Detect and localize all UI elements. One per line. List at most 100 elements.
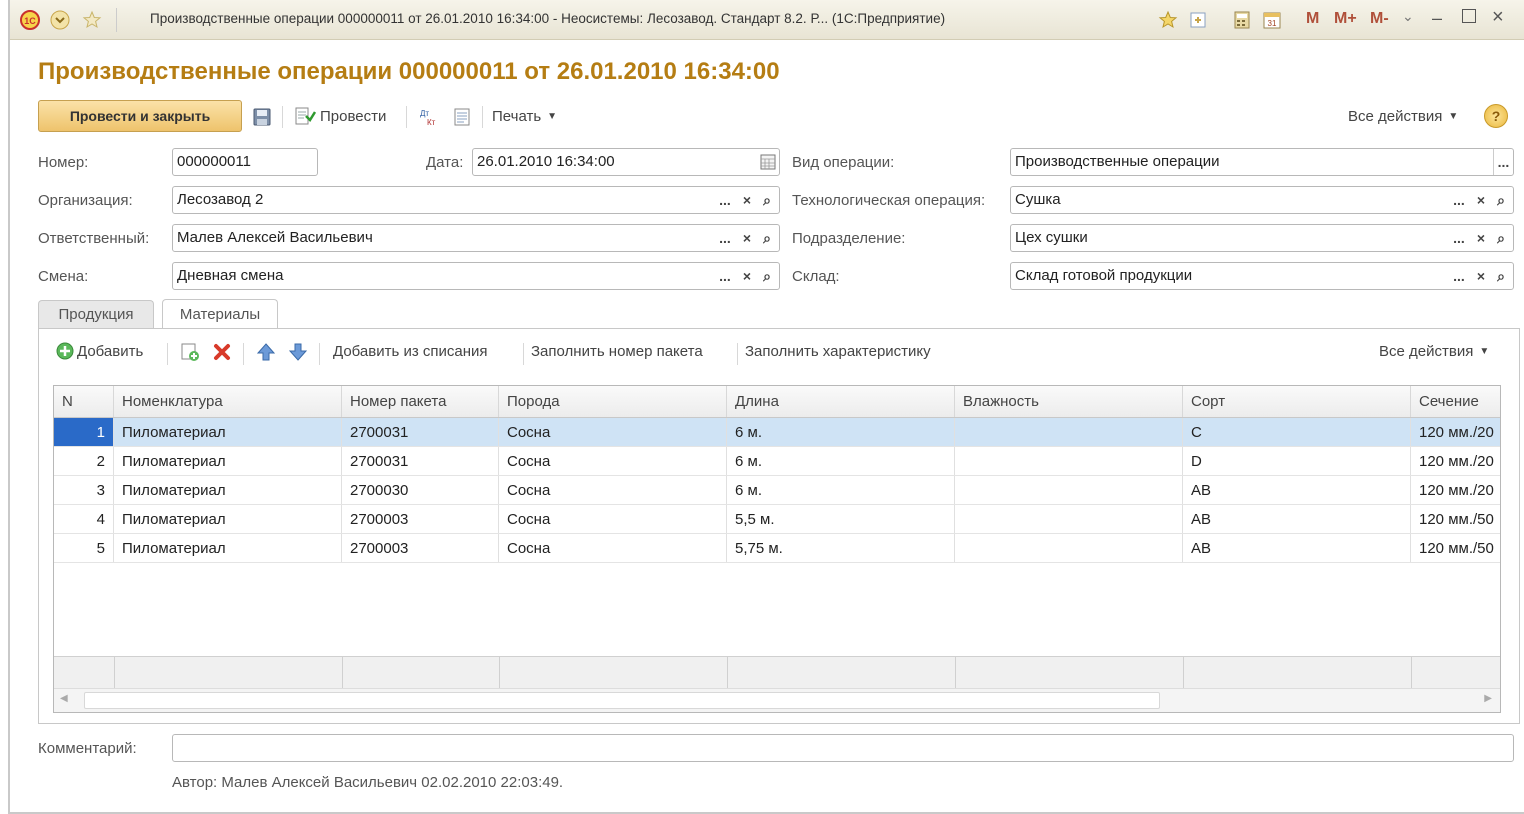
all-actions-button[interactable]: Все действия ▼ (1348, 100, 1458, 132)
section-cell[interactable]: 120 мм./50 (1411, 505, 1500, 533)
clear-icon[interactable]: × (1471, 187, 1491, 213)
organization-field[interactable]: Лесозавод 2 ... × ⌕ (172, 186, 780, 214)
memory-mminus-button[interactable]: M- (1370, 10, 1389, 28)
length-cell[interactable]: 5,75 м. (727, 534, 955, 562)
delete-icon[interactable] (211, 341, 233, 363)
title-dropdown-icon[interactable]: ⌄ (1402, 8, 1414, 25)
section-cell[interactable]: 120 мм./20 (1411, 476, 1500, 504)
tech-operation-field[interactable]: Сушка ... × ⌕ (1010, 186, 1514, 214)
length-cell[interactable]: 6 м. (727, 447, 955, 475)
column-header[interactable]: Длина (727, 386, 955, 417)
wood-type-cell[interactable]: Сосна (499, 505, 727, 533)
materials-table[interactable]: N Номенклатура Номер пакета Порода Длина… (53, 385, 1501, 713)
fill-characteristic-button[interactable]: Заполнить характеристику (745, 339, 931, 363)
search-icon[interactable]: ⌕ (757, 187, 777, 213)
select-ellipsis-button[interactable]: ... (715, 263, 735, 289)
calendar-picker-icon[interactable] (759, 153, 777, 171)
humidity-cell[interactable] (955, 534, 1183, 562)
move-down-icon[interactable] (287, 341, 309, 363)
comment-field[interactable] (172, 734, 1514, 762)
search-icon[interactable]: ⌕ (1491, 225, 1511, 251)
clear-icon[interactable]: × (737, 187, 757, 213)
select-ellipsis-button[interactable]: ... (1449, 225, 1469, 251)
column-header[interactable]: Номер пакета (342, 386, 499, 417)
division-field[interactable]: Цех сушки ... × ⌕ (1010, 224, 1514, 252)
responsible-field[interactable]: Малев Алексей Васильевич ... × ⌕ (172, 224, 780, 252)
humidity-cell[interactable] (955, 476, 1183, 504)
table-all-actions-button[interactable]: Все действия ▼ (1379, 339, 1489, 363)
scroll-left-icon[interactable]: ◀ (60, 693, 68, 704)
nomenclature-cell[interactable]: Пиломатериал (114, 505, 342, 533)
add-button[interactable]: Добавить (55, 339, 143, 363)
calculator-icon[interactable] (1232, 10, 1252, 30)
favorite-star-icon[interactable] (82, 10, 102, 30)
row-number-cell[interactable]: 1 (54, 418, 114, 446)
maximize-icon[interactable] (1462, 9, 1476, 23)
fill-package-button[interactable]: Заполнить номер пакета (531, 339, 703, 363)
grade-cell[interactable]: D (1183, 447, 1411, 475)
search-icon[interactable]: ⌕ (1491, 263, 1511, 289)
select-ellipsis-button[interactable]: ... (1449, 187, 1469, 213)
package-cell[interactable]: 2700003 (342, 534, 499, 562)
length-cell[interactable]: 6 м. (727, 418, 955, 446)
shift-field[interactable]: Дневная смена ... × ⌕ (172, 262, 780, 290)
humidity-cell[interactable] (955, 447, 1183, 475)
clear-icon[interactable]: × (737, 263, 757, 289)
date-field[interactable]: 26.01.2010 16:34:00 (472, 148, 780, 176)
row-number-cell[interactable]: 2 (54, 447, 114, 475)
clear-icon[interactable]: × (1471, 263, 1491, 289)
clear-icon[interactable]: × (737, 225, 757, 251)
select-ellipsis-button[interactable]: ... (1493, 149, 1513, 175)
minimize-icon[interactable]: – (1432, 8, 1442, 29)
row-number-cell[interactable]: 3 (54, 476, 114, 504)
close-icon[interactable]: × (1492, 6, 1504, 29)
humidity-cell[interactable] (955, 418, 1183, 446)
search-icon[interactable]: ⌕ (1491, 187, 1511, 213)
wood-type-cell[interactable]: Сосна (499, 476, 727, 504)
nomenclature-cell[interactable]: Пиломатериал (114, 476, 342, 504)
search-icon[interactable]: ⌕ (757, 263, 777, 289)
select-ellipsis-button[interactable]: ... (715, 187, 735, 213)
length-cell[interactable]: 5,5 м. (727, 505, 955, 533)
report-icon[interactable] (452, 107, 472, 127)
operation-type-field[interactable]: Производственные операции ... (1010, 148, 1514, 176)
column-header[interactable]: Номенклатура (114, 386, 342, 417)
column-header[interactable]: Порода (499, 386, 727, 417)
save-icon[interactable] (252, 107, 272, 127)
memory-m-button[interactable]: M (1306, 10, 1319, 28)
tab-products[interactable]: Продукция (38, 300, 154, 328)
1c-logo-icon[interactable]: 1C (20, 10, 40, 30)
grade-cell[interactable]: AB (1183, 534, 1411, 562)
nomenclature-cell[interactable]: Пиломатериал (114, 447, 342, 475)
nomenclature-cell[interactable]: Пиломатериал (114, 418, 342, 446)
column-header[interactable]: N (54, 386, 114, 417)
column-header[interactable]: Сорт (1183, 386, 1411, 417)
package-cell[interactable]: 2700003 (342, 505, 499, 533)
copy-row-icon[interactable] (179, 341, 201, 363)
clear-icon[interactable]: × (1471, 225, 1491, 251)
wood-type-cell[interactable]: Сосна (499, 418, 727, 446)
length-cell[interactable]: 6 м. (727, 476, 955, 504)
horizontal-scrollbar[interactable]: ◀ ▶ (54, 688, 1500, 712)
scroll-right-icon[interactable]: ▶ (1484, 693, 1492, 704)
grade-cell[interactable]: AB (1183, 505, 1411, 533)
section-cell[interactable]: 120 мм./50 (1411, 534, 1500, 562)
number-field[interactable]: 000000011 (172, 148, 318, 176)
search-icon[interactable]: ⌕ (757, 225, 777, 251)
tab-materials[interactable]: Материалы (162, 299, 278, 329)
select-ellipsis-button[interactable]: ... (715, 225, 735, 251)
row-number-cell[interactable]: 5 (54, 534, 114, 562)
add-from-writeoff-button[interactable]: Добавить из списания (333, 339, 488, 363)
table-row[interactable]: 4 Пиломатериал 2700003 Сосна 5,5 м. AB 1… (54, 505, 1500, 534)
package-cell[interactable]: 2700031 (342, 447, 499, 475)
table-row[interactable]: 1 Пиломатериал 2700031 Сосна 6 м. C 120 … (54, 418, 1500, 447)
table-row[interactable]: 5 Пиломатериал 2700003 Сосна 5,75 м. AB … (54, 534, 1500, 563)
package-cell[interactable]: 2700030 (342, 476, 499, 504)
move-up-icon[interactable] (255, 341, 277, 363)
calendar-icon[interactable]: 31 (1262, 10, 1282, 30)
table-row[interactable]: 2 Пиломатериал 2700031 Сосна 6 м. D 120 … (54, 447, 1500, 476)
memory-mplus-button[interactable]: M+ (1334, 10, 1357, 28)
humidity-cell[interactable] (955, 505, 1183, 533)
select-ellipsis-button[interactable]: ... (1449, 263, 1469, 289)
post-and-close-button[interactable]: Провести и закрыть (38, 100, 242, 132)
